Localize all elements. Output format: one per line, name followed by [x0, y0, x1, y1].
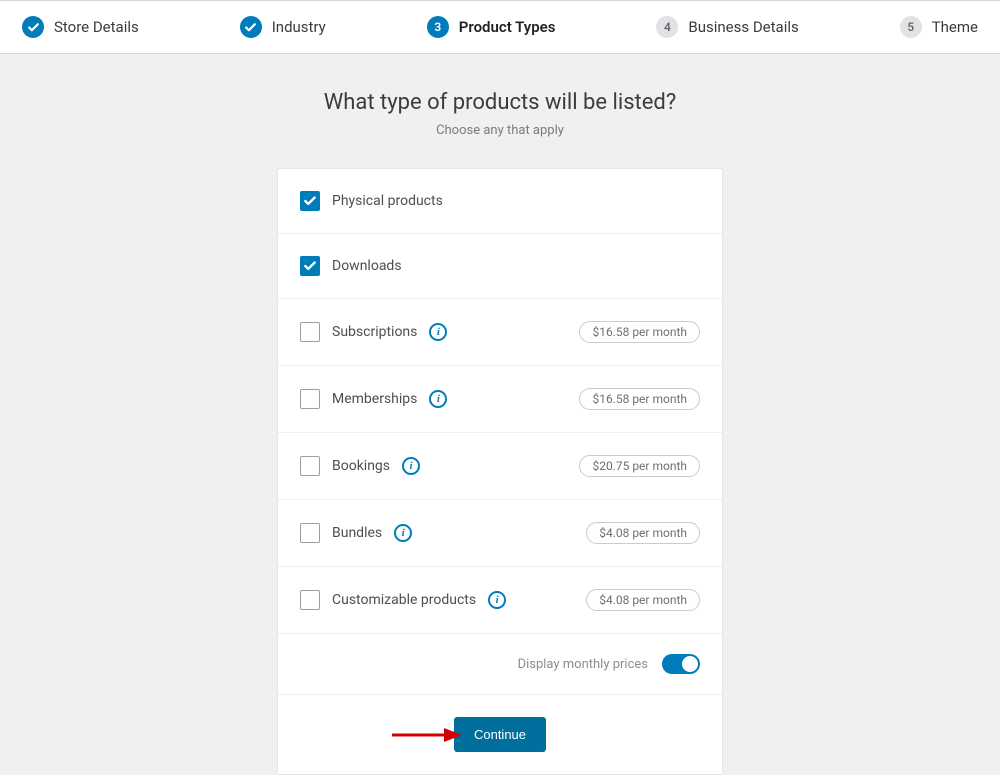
product-row-memberships[interactable]: Memberships i $16.58 per month [278, 366, 722, 433]
product-row-downloads[interactable]: Downloads [278, 234, 722, 299]
checkbox-bookings[interactable] [300, 456, 320, 476]
info-icon[interactable]: i [429, 323, 447, 341]
price-pill: $20.75 per month [579, 455, 700, 477]
product-row-bundles[interactable]: Bundles i $4.08 per month [278, 500, 722, 567]
product-label: Customizable products [332, 592, 476, 608]
page-title: What type of products will be listed? [324, 90, 676, 115]
product-row-bookings[interactable]: Bookings i $20.75 per month [278, 433, 722, 500]
step-industry[interactable]: Industry [240, 16, 326, 38]
price-pill: $16.58 per month [579, 388, 700, 410]
info-icon[interactable]: i [402, 457, 420, 475]
step-business-details[interactable]: 4 Business Details [656, 16, 798, 38]
checkbox-bundles[interactable] [300, 523, 320, 543]
product-label: Physical products [332, 193, 443, 209]
product-label: Memberships [332, 391, 417, 407]
price-pill: $4.08 per month [586, 522, 700, 544]
checkbox-customizable[interactable] [300, 590, 320, 610]
step-product-types[interactable]: 3 Product Types [427, 16, 556, 38]
step-theme[interactable]: 5 Theme [900, 16, 978, 38]
price-pill: $4.08 per month [586, 589, 700, 611]
product-label: Bundles [332, 525, 382, 541]
info-icon[interactable]: i [488, 591, 506, 609]
page-subtitle: Choose any that apply [436, 123, 564, 138]
checkbox-physical[interactable] [300, 191, 320, 211]
step-number-badge: 3 [427, 16, 449, 38]
step-label: Business Details [688, 18, 798, 36]
product-label: Subscriptions [332, 324, 417, 340]
step-label: Store Details [54, 18, 139, 36]
step-label: Theme [932, 18, 978, 36]
display-prices-toggle-row: Display monthly prices [278, 634, 722, 695]
product-row-subscriptions[interactable]: Subscriptions i $16.58 per month [278, 299, 722, 366]
product-types-card: Physical products Downloads Subscription… [277, 168, 723, 775]
arrow-annotation-icon [390, 725, 462, 745]
card-footer: Continue [278, 695, 722, 774]
step-number-badge: 4 [656, 16, 678, 38]
step-label: Industry [272, 18, 326, 36]
checkbox-memberships[interactable] [300, 389, 320, 409]
check-icon [240, 16, 262, 38]
checkbox-downloads[interactable] [300, 256, 320, 276]
step-label: Product Types [459, 18, 556, 36]
continue-button[interactable]: Continue [454, 717, 546, 752]
step-number-badge: 5 [900, 16, 922, 38]
info-icon[interactable]: i [394, 524, 412, 542]
toggle-label: Display monthly prices [518, 657, 648, 672]
toggle-knob [682, 656, 698, 672]
info-icon[interactable]: i [429, 390, 447, 408]
product-row-physical[interactable]: Physical products [278, 169, 722, 234]
check-icon [22, 16, 44, 38]
product-label: Bookings [332, 458, 390, 474]
product-label: Downloads [332, 258, 402, 274]
display-prices-toggle[interactable] [662, 654, 700, 674]
checkbox-subscriptions[interactable] [300, 322, 320, 342]
main-content: What type of products will be listed? Ch… [0, 54, 1000, 775]
step-store-details[interactable]: Store Details [22, 16, 139, 38]
product-row-customizable[interactable]: Customizable products i $4.08 per month [278, 567, 722, 634]
price-pill: $16.58 per month [579, 321, 700, 343]
wizard-stepper: Store Details Industry 3 Product Types 4… [0, 0, 1000, 54]
